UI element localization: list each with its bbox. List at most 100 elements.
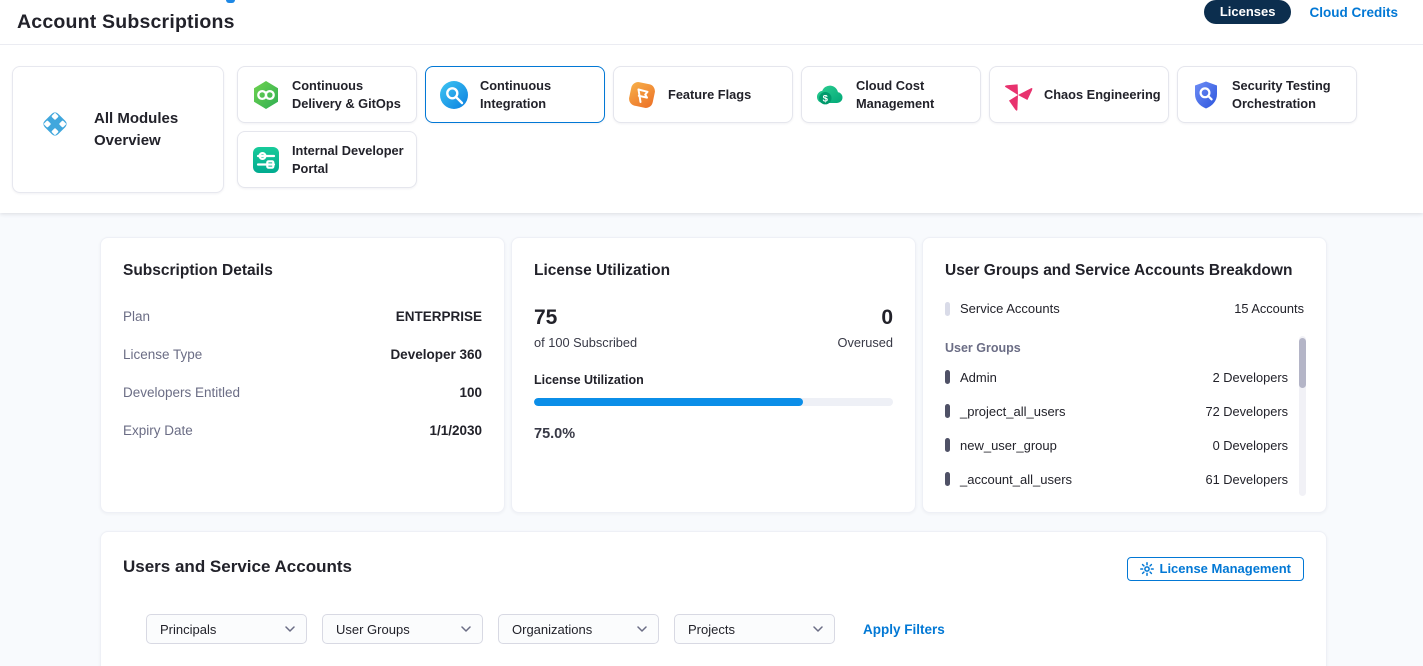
user-group-name: _project_all_users bbox=[960, 404, 1066, 419]
subscription-details-card: Subscription Details Plan ENTERPRISE Licen… bbox=[100, 237, 505, 513]
module-card-label: Internal Developer Portal bbox=[292, 142, 416, 177]
subscription-detail-row: Plan ENTERPRISE bbox=[123, 309, 482, 324]
overused-count: 0 bbox=[838, 306, 893, 330]
user-group-bullet-icon bbox=[945, 370, 950, 384]
user-group-name: _account_all_users bbox=[960, 472, 1072, 487]
module-card-label: Cloud Cost Management bbox=[856, 77, 980, 112]
service-accounts-bullet-icon bbox=[945, 302, 950, 316]
subscription-details-title: Subscription Details bbox=[123, 262, 482, 280]
user-group-count: 2 Developers bbox=[1213, 370, 1288, 385]
filter-dropdown-organizations[interactable]: Organizations bbox=[498, 614, 659, 644]
module-card-ff[interactable]: Feature Flags bbox=[613, 66, 793, 123]
ci-icon bbox=[438, 79, 470, 111]
filter-dropdown-label: User Groups bbox=[336, 622, 410, 637]
chevron-down-icon bbox=[285, 626, 295, 632]
groups-scrollbar-thumb[interactable] bbox=[1299, 338, 1306, 388]
user-group-row: _account_all_users 61 Developers bbox=[945, 462, 1288, 496]
users-and-service-accounts-card: Users and Service Accounts bbox=[100, 531, 1327, 666]
subscription-detail-row: Developers Entitled 100 bbox=[123, 385, 482, 400]
modules-grid: Continuous Delivery & GitOps Continuous … bbox=[237, 66, 1359, 193]
chevron-down-icon bbox=[461, 626, 471, 632]
detail-value: 1/1/2030 bbox=[429, 423, 482, 438]
utilization-progress-fill bbox=[534, 398, 803, 406]
user-group-name: Admin bbox=[960, 370, 997, 385]
detail-label: Developers Entitled bbox=[123, 385, 240, 400]
subscription-detail-row: License Type Developer 360 bbox=[123, 347, 482, 362]
gear-icon bbox=[1140, 562, 1154, 576]
users-card-title: Users and Service Accounts bbox=[123, 557, 352, 577]
detail-label: License Type bbox=[123, 347, 202, 362]
users-card-header: Users and Service Accounts bbox=[123, 557, 1304, 581]
user-group-count: 61 Developers bbox=[1205, 472, 1288, 487]
filter-dropdown-label: Principals bbox=[160, 622, 216, 637]
chevron-down-icon bbox=[813, 626, 823, 632]
filters-row: Principals User Groups Organizations Projec… bbox=[146, 614, 1304, 644]
subscription-detail-row: Expiry Date 1/1/2030 bbox=[123, 423, 482, 438]
licenses-tab[interactable]: Licenses bbox=[1204, 0, 1292, 24]
user-group-name: new_user_group bbox=[960, 438, 1057, 453]
service-accounts-label: Service Accounts bbox=[960, 301, 1060, 316]
top-section: Account Subscriptions Licenses Cloud Cre… bbox=[0, 0, 1423, 213]
detail-label: Expiry Date bbox=[123, 423, 193, 438]
service-accounts-row: Service Accounts 15 Accounts bbox=[945, 301, 1304, 316]
subscribed-count-block: 75 of 100 Subscribed bbox=[534, 306, 637, 350]
license-management-button[interactable]: License Management bbox=[1127, 557, 1305, 581]
page-header: Account Subscriptions Licenses Cloud Cre… bbox=[0, 0, 1423, 45]
all-modules-overview-label: All Modules Overview bbox=[94, 108, 190, 152]
user-group-bullet-icon bbox=[945, 438, 950, 452]
cd-gitops-icon bbox=[250, 79, 282, 111]
overused-count-block: 0 Overused bbox=[838, 306, 893, 350]
module-card-label: Chaos Engineering bbox=[1044, 86, 1167, 104]
license-utilization-title: License Utilization bbox=[534, 262, 893, 280]
subscribed-caption: of 100 Subscribed bbox=[534, 335, 637, 350]
modules-strip: All Modules Overview Continuous Delivery… bbox=[12, 66, 1359, 193]
module-card-label: Continuous Integration bbox=[480, 77, 604, 112]
module-card-ccm[interactable]: $Cloud Cost Management bbox=[801, 66, 981, 123]
cloud-credits-tab[interactable]: Cloud Credits bbox=[1309, 5, 1398, 20]
user-group-count: 0 Developers bbox=[1213, 438, 1288, 453]
user-group-row: _project_all_users72 Developers bbox=[945, 394, 1288, 428]
chevron-down-icon bbox=[637, 626, 647, 632]
module-card-label: Security Testing Orchestration bbox=[1232, 77, 1356, 112]
apply-filters-button[interactable]: Apply Filters bbox=[863, 622, 945, 637]
user-group-bullet-icon bbox=[945, 404, 950, 418]
filter-dropdown-label: Projects bbox=[688, 622, 735, 637]
filter-dropdown-user-groups[interactable]: User Groups bbox=[322, 614, 483, 644]
page: Account Subscriptions Licenses Cloud Cre… bbox=[0, 0, 1423, 666]
groups-scrollbar[interactable] bbox=[1299, 336, 1306, 496]
summary-cards-row: Subscription Details Plan ENTERPRISE Licen… bbox=[100, 237, 1327, 513]
module-card-label: Feature Flags bbox=[668, 86, 757, 104]
user-groups-header: User Groups bbox=[945, 341, 1304, 355]
page-title: Account Subscriptions bbox=[17, 11, 235, 34]
module-card-idp[interactable]: Internal Developer Portal bbox=[237, 131, 417, 188]
header-actions: Licenses Cloud Credits bbox=[1204, 0, 1398, 24]
utilization-bar-label: License Utilization bbox=[534, 373, 893, 387]
feature-flags-icon bbox=[626, 79, 658, 111]
filter-dropdown-principals[interactable]: Principals bbox=[146, 614, 307, 644]
subscription-details-rows: Plan ENTERPRISE License Type Developer 360 D… bbox=[123, 309, 482, 438]
filter-dropdown-projects[interactable]: Projects bbox=[674, 614, 835, 644]
module-card-sto[interactable]: Security Testing Orchestration bbox=[1177, 66, 1357, 123]
all-modules-icon bbox=[39, 108, 83, 152]
user-groups-list: Admin 2 Developers _project_all_users72 De… bbox=[945, 360, 1304, 496]
filter-dropdown-label: Organizations bbox=[512, 622, 592, 637]
all-modules-overview-card[interactable]: All Modules Overview bbox=[12, 66, 224, 193]
main-content: Subscription Details Plan ENTERPRISE Licen… bbox=[100, 237, 1327, 666]
utilization-percent: 75.0% bbox=[534, 426, 893, 442]
detail-value: Developer 360 bbox=[390, 347, 482, 362]
user-group-bullet-icon bbox=[945, 472, 950, 486]
breakdown-card: User Groups and Service Accounts Breakdo… bbox=[922, 237, 1327, 513]
detail-value: 100 bbox=[459, 385, 482, 400]
module-card-ci[interactable]: Continuous Integration bbox=[425, 66, 605, 123]
license-management-label: License Management bbox=[1160, 561, 1292, 576]
subscribed-count: 75 bbox=[534, 306, 637, 330]
detail-label: Plan bbox=[123, 309, 150, 324]
security-testing-icon bbox=[1190, 79, 1222, 111]
detail-value: ENTERPRISE bbox=[396, 309, 482, 324]
user-group-row: new_user_group 0 Developers bbox=[945, 428, 1288, 462]
idp-icon bbox=[250, 144, 282, 176]
module-card-ce[interactable]: Chaos Engineering bbox=[989, 66, 1169, 123]
user-group-row: Admin 2 Developers bbox=[945, 360, 1288, 394]
utilization-progress-track bbox=[534, 398, 893, 406]
module-card-cd[interactable]: Continuous Delivery & GitOps bbox=[237, 66, 417, 123]
